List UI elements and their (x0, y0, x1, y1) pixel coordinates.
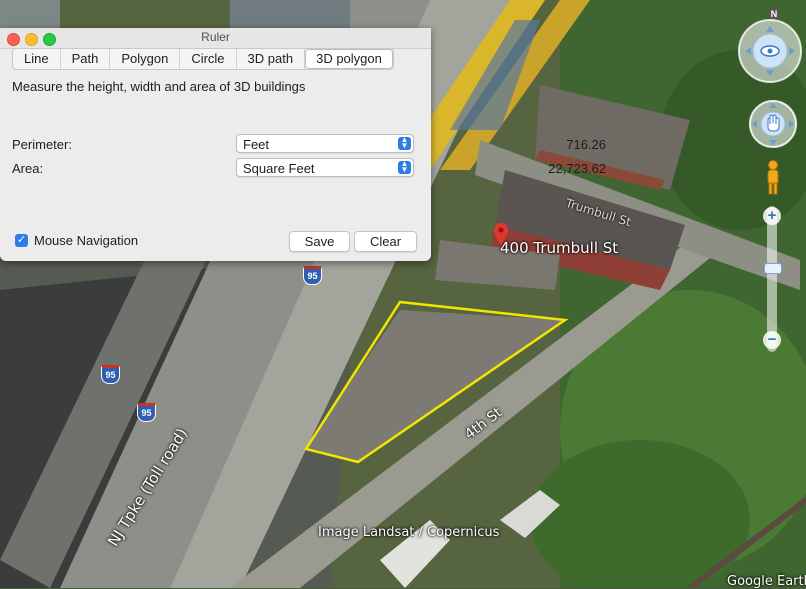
perimeter-label: Perimeter: (12, 137, 72, 152)
area-value: 22,723.62 (548, 161, 606, 176)
zoom-in-button[interactable]: + (763, 207, 781, 225)
interstate-95-shield: 95 (137, 403, 156, 422)
zoom-out-button[interactable]: − (763, 331, 781, 349)
street-view-pegman-icon[interactable] (764, 160, 782, 196)
perimeter-value: 716.26 (566, 137, 606, 152)
tab-polygon[interactable]: Polygon (110, 49, 181, 69)
zoom-slider-thumb[interactable] (764, 263, 782, 274)
interstate-95-shield: 95 (303, 266, 322, 285)
tab-path[interactable]: Path (61, 49, 111, 69)
mouse-navigation-label[interactable]: Mouse Navigation (34, 233, 138, 248)
save-button[interactable]: Save (289, 231, 350, 252)
area-unit-select[interactable]: Square Feet ▲ ▼ (236, 158, 414, 177)
mouse-navigation-checkbox[interactable]: ✓ (15, 234, 28, 247)
look-joystick-icon[interactable] (737, 18, 803, 84)
area-label: Area: (12, 161, 44, 176)
select-stepper-icon: ▲ ▼ (398, 160, 411, 174)
imagery-attribution: Image Landsat / Copernicus (318, 525, 500, 540)
area-unit-value: Square Feet (243, 161, 315, 176)
perimeter-unit-select[interactable]: Feet ▲ ▼ (236, 134, 414, 153)
move-joystick-icon[interactable] (748, 99, 798, 149)
placemark-label[interactable]: 400 Trumbull St (500, 239, 618, 257)
window-title: Ruler (201, 30, 230, 44)
measure-mode-tabs: Line Path Polygon Circle 3D path 3D poly… (12, 48, 394, 70)
ruler-titlebar[interactable]: Ruler (0, 28, 431, 49)
tab-circle[interactable]: Circle (180, 49, 237, 69)
mode-description: Measure the height, width and area of 3D… (12, 79, 306, 94)
google-earth-logo: Google Earth (727, 574, 806, 589)
select-stepper-icon: ▲ ▼ (398, 136, 411, 150)
placemark-pin-icon[interactable] (494, 223, 508, 245)
tab-3d-path[interactable]: 3D path (237, 49, 306, 69)
tab-line[interactable]: Line (13, 49, 61, 69)
interstate-95-shield: 95 (101, 365, 120, 384)
perimeter-unit-value: Feet (243, 137, 270, 152)
clear-button[interactable]: Clear (354, 231, 417, 252)
tab-3d-polygon[interactable]: 3D polygon (305, 49, 393, 69)
